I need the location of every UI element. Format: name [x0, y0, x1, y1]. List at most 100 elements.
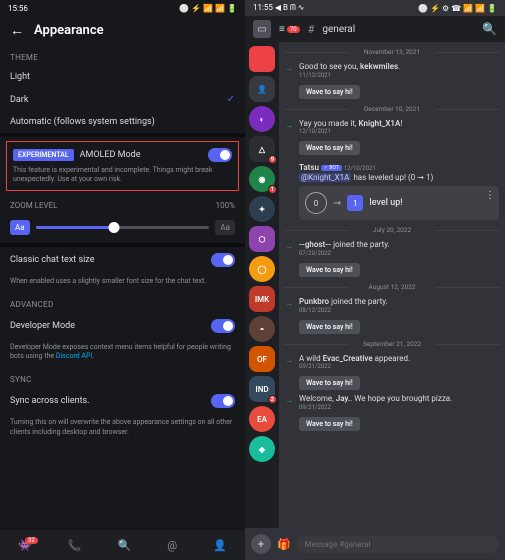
wave-button[interactable]: Wave to say hi!: [299, 85, 360, 99]
filter-badge: 70: [287, 26, 300, 33]
aa-large[interactable]: Aa: [215, 220, 235, 235]
server-icon[interactable]: OF: [249, 346, 275, 372]
gift-icon[interactable]: 🎁: [277, 538, 291, 551]
filter-button[interactable]: ≡70: [279, 24, 300, 35]
level-up-card: 0 ➞ 1 level up! ⋮: [299, 186, 499, 220]
server-icon[interactable]: ✦: [249, 196, 275, 222]
status-bar-left: 15:56 ⚪ ⚡ 📶 📶 🔋: [0, 0, 245, 16]
join-arrow-icon: →: [285, 396, 293, 431]
status-time: 11:55 ◀ B ᗰ ∿: [253, 3, 304, 13]
dev-desc-pre: Developer Mode exposes context menu item…: [10, 343, 231, 360]
zoom-header: ZOOM LEVEL 100%: [0, 195, 245, 216]
date-divider: November 13, 2021: [285, 46, 499, 58]
server-icon[interactable]: ◐: [249, 106, 275, 132]
wave-button[interactable]: Wave to say hi!: [299, 376, 360, 390]
dev-mode-row[interactable]: Developer Mode: [0, 313, 245, 339]
server-icon[interactable]: [249, 46, 275, 72]
join-message: → A wild Evac_Creative appeared. 09/21/2…: [285, 352, 499, 393]
join-arrow-icon: →: [285, 64, 293, 99]
section-sync: SYNC: [0, 367, 245, 388]
sync-toggle[interactable]: [211, 394, 235, 408]
join-arrow-icon: →: [285, 121, 293, 156]
more-icon[interactable]: ⋮: [485, 190, 495, 201]
wave-button[interactable]: Wave to say hi!: [299, 141, 360, 155]
msg-timestamp: 12/10/2021: [299, 128, 499, 135]
server-icon[interactable]: ⬡: [249, 226, 275, 252]
amoled-row[interactable]: EXPERIMENTAL AMOLED Mode: [13, 148, 232, 162]
server-icon[interactable]: IND2: [249, 376, 275, 402]
nav-profile-icon[interactable]: 👤: [213, 539, 227, 552]
zoom-slider-row: Aa Aa: [0, 216, 245, 243]
discord-api-link[interactable]: Discord API: [56, 352, 92, 360]
server-icon[interactable]: EA: [249, 406, 275, 432]
wave-button[interactable]: Wave to say hi!: [299, 417, 360, 431]
theme-auto-row[interactable]: Automatic (follows system settings): [0, 111, 245, 133]
section-advanced: ADVANCED: [0, 292, 245, 313]
server-icon[interactable]: 👤: [249, 76, 275, 102]
status-bar-right: 11:55 ◀ B ᗰ ∿ ⚪ ⚡ ⚙ ☎ 📶 📶 🔋: [245, 0, 505, 16]
back-icon[interactable]: ←: [10, 22, 24, 39]
join-message: → Good to see you, kekwmiles. 11/13/2021…: [285, 60, 499, 101]
nav-discord-icon[interactable]: 👾32: [18, 539, 32, 552]
nav-friends-icon[interactable]: 📞: [68, 539, 82, 552]
dev-label: Developer Mode: [10, 321, 75, 331]
bot-tag: ✓ BOT: [321, 165, 342, 171]
sync-label: Sync across clients.: [10, 396, 90, 406]
date-divider: July 20, 2022: [285, 224, 499, 236]
server-icon[interactable]: ◉1: [249, 166, 275, 192]
arrow-icon: ➞: [333, 198, 341, 209]
classic-text-row[interactable]: Classic chat text size: [0, 247, 245, 273]
classic-toggle[interactable]: [211, 253, 235, 267]
server-icon[interactable]: ◯: [249, 256, 275, 282]
server-badge: 1: [268, 185, 277, 194]
sync-row[interactable]: Sync across clients.: [0, 388, 245, 414]
mention[interactable]: @Knight_X1A: [299, 173, 351, 182]
status-icons: ⚪ ⚡ ⚙ ☎ 📶 📶 🔋: [418, 4, 497, 13]
section-theme: THEME: [0, 45, 245, 66]
nav-mentions-icon[interactable]: @: [167, 539, 177, 552]
join-message: → Welcome, Jay.. We hope you brought piz…: [285, 392, 499, 433]
msg-timestamp: 09/21/2022: [299, 363, 499, 370]
theme-dark-row[interactable]: Dark ✓: [0, 88, 245, 111]
experimental-badge: EXPERIMENTAL: [13, 149, 74, 161]
section-zoom: ZOOM LEVEL: [10, 201, 57, 210]
join-message: → Yay you made it, Knight_X1A! 12/10/202…: [285, 117, 499, 158]
server-icon[interactable]: ◈: [249, 436, 275, 462]
chat-pane: 11:55 ◀ B ᗰ ∿ ⚪ ⚡ ⚙ ☎ 📶 📶 🔋 ▭ ≡70 # gene…: [245, 0, 505, 560]
message-input[interactable]: Message #general: [297, 536, 499, 553]
page-title: Appearance: [34, 23, 104, 38]
server-icon[interactable]: IMK: [249, 286, 275, 312]
add-attachment-button[interactable]: +: [251, 534, 271, 554]
dev-toggle[interactable]: [211, 319, 235, 333]
zoom-slider[interactable]: [36, 226, 210, 229]
channel-name[interactable]: general: [322, 24, 355, 35]
wave-button[interactable]: Wave to say hi!: [299, 263, 360, 277]
nav-search-icon[interactable]: 🔍: [118, 539, 132, 552]
nav-badge: 32: [25, 537, 38, 544]
wave-button[interactable]: Wave to say hi!: [299, 320, 360, 334]
level-from: 0: [305, 192, 327, 214]
bottom-nav: 👾32 📞 🔍 @ 👤: [0, 530, 245, 560]
dev-desc: Developer Mode exposes context menu item…: [0, 339, 245, 367]
level-label: level up!: [369, 198, 402, 208]
join-arrow-icon: →: [285, 299, 293, 334]
amoled-toggle[interactable]: [208, 148, 232, 162]
inbox-icon[interactable]: ▭: [253, 20, 271, 38]
join-arrow-icon: →: [285, 242, 293, 277]
slider-fill: [36, 226, 114, 229]
divider: [0, 133, 245, 137]
sync-desc: Turning this on will overwrite the above…: [0, 414, 245, 442]
server-list: 👤 ◐ △9 ◉1 ✦ ⬡ ◯ IMK ◓ OF IND2 EA ◈: [245, 42, 279, 528]
search-icon[interactable]: 🔍: [482, 22, 497, 36]
msg-timestamp: 08/12/2022: [299, 307, 499, 314]
bot-message: Tatsu ✓ BOT 12/10/2021 @Knight_X1A has l…: [285, 161, 499, 222]
aa-small[interactable]: Aa: [10, 220, 30, 235]
slider-thumb[interactable]: [108, 222, 119, 233]
theme-light-row[interactable]: Light: [0, 66, 245, 88]
server-icon[interactable]: △9: [249, 136, 275, 162]
msg-timestamp: 11/13/2021: [299, 72, 499, 79]
server-icon[interactable]: ◓: [249, 316, 275, 342]
level-to: 1: [347, 195, 363, 211]
amoled-desc: This feature is experimental and incompl…: [13, 166, 232, 184]
status-time: 15:56: [8, 4, 28, 13]
